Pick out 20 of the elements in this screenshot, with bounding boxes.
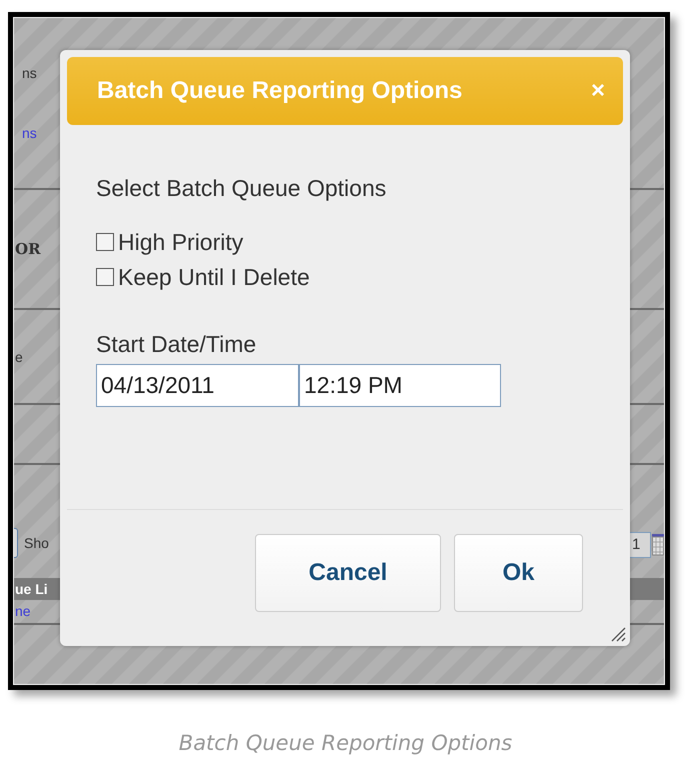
cancel-button[interactable]: Cancel bbox=[255, 534, 441, 612]
show-label: Sho bbox=[24, 534, 49, 552]
checkbox-label: High Priority bbox=[118, 228, 244, 257]
page-text: e bbox=[15, 350, 23, 364]
checkbox-label: Keep Until I Delete bbox=[118, 262, 310, 292]
page-text: ns bbox=[22, 66, 38, 80]
checkbox[interactable] bbox=[96, 233, 114, 251]
ok-button[interactable]: Ok bbox=[454, 534, 583, 612]
resize-grip-icon[interactable] bbox=[610, 626, 626, 642]
calendar-icon[interactable] bbox=[652, 534, 664, 556]
page-text: OR bbox=[15, 242, 41, 256]
start-label: Start Date/Time bbox=[96, 330, 258, 358]
time-field[interactable]: 12:19 PM bbox=[299, 364, 501, 407]
date-field[interactable]: 04/13/2011 bbox=[96, 364, 299, 407]
checkbox[interactable] bbox=[96, 268, 114, 286]
list-header-text: ue Li bbox=[15, 580, 48, 598]
section-label: Select Batch Queue Options bbox=[96, 174, 388, 203]
link[interactable]: ne bbox=[15, 601, 31, 622]
dialog-title: Batch Queue Reporting Options bbox=[97, 76, 462, 106]
caption: Batch Queue Reporting Options bbox=[178, 730, 512, 757]
